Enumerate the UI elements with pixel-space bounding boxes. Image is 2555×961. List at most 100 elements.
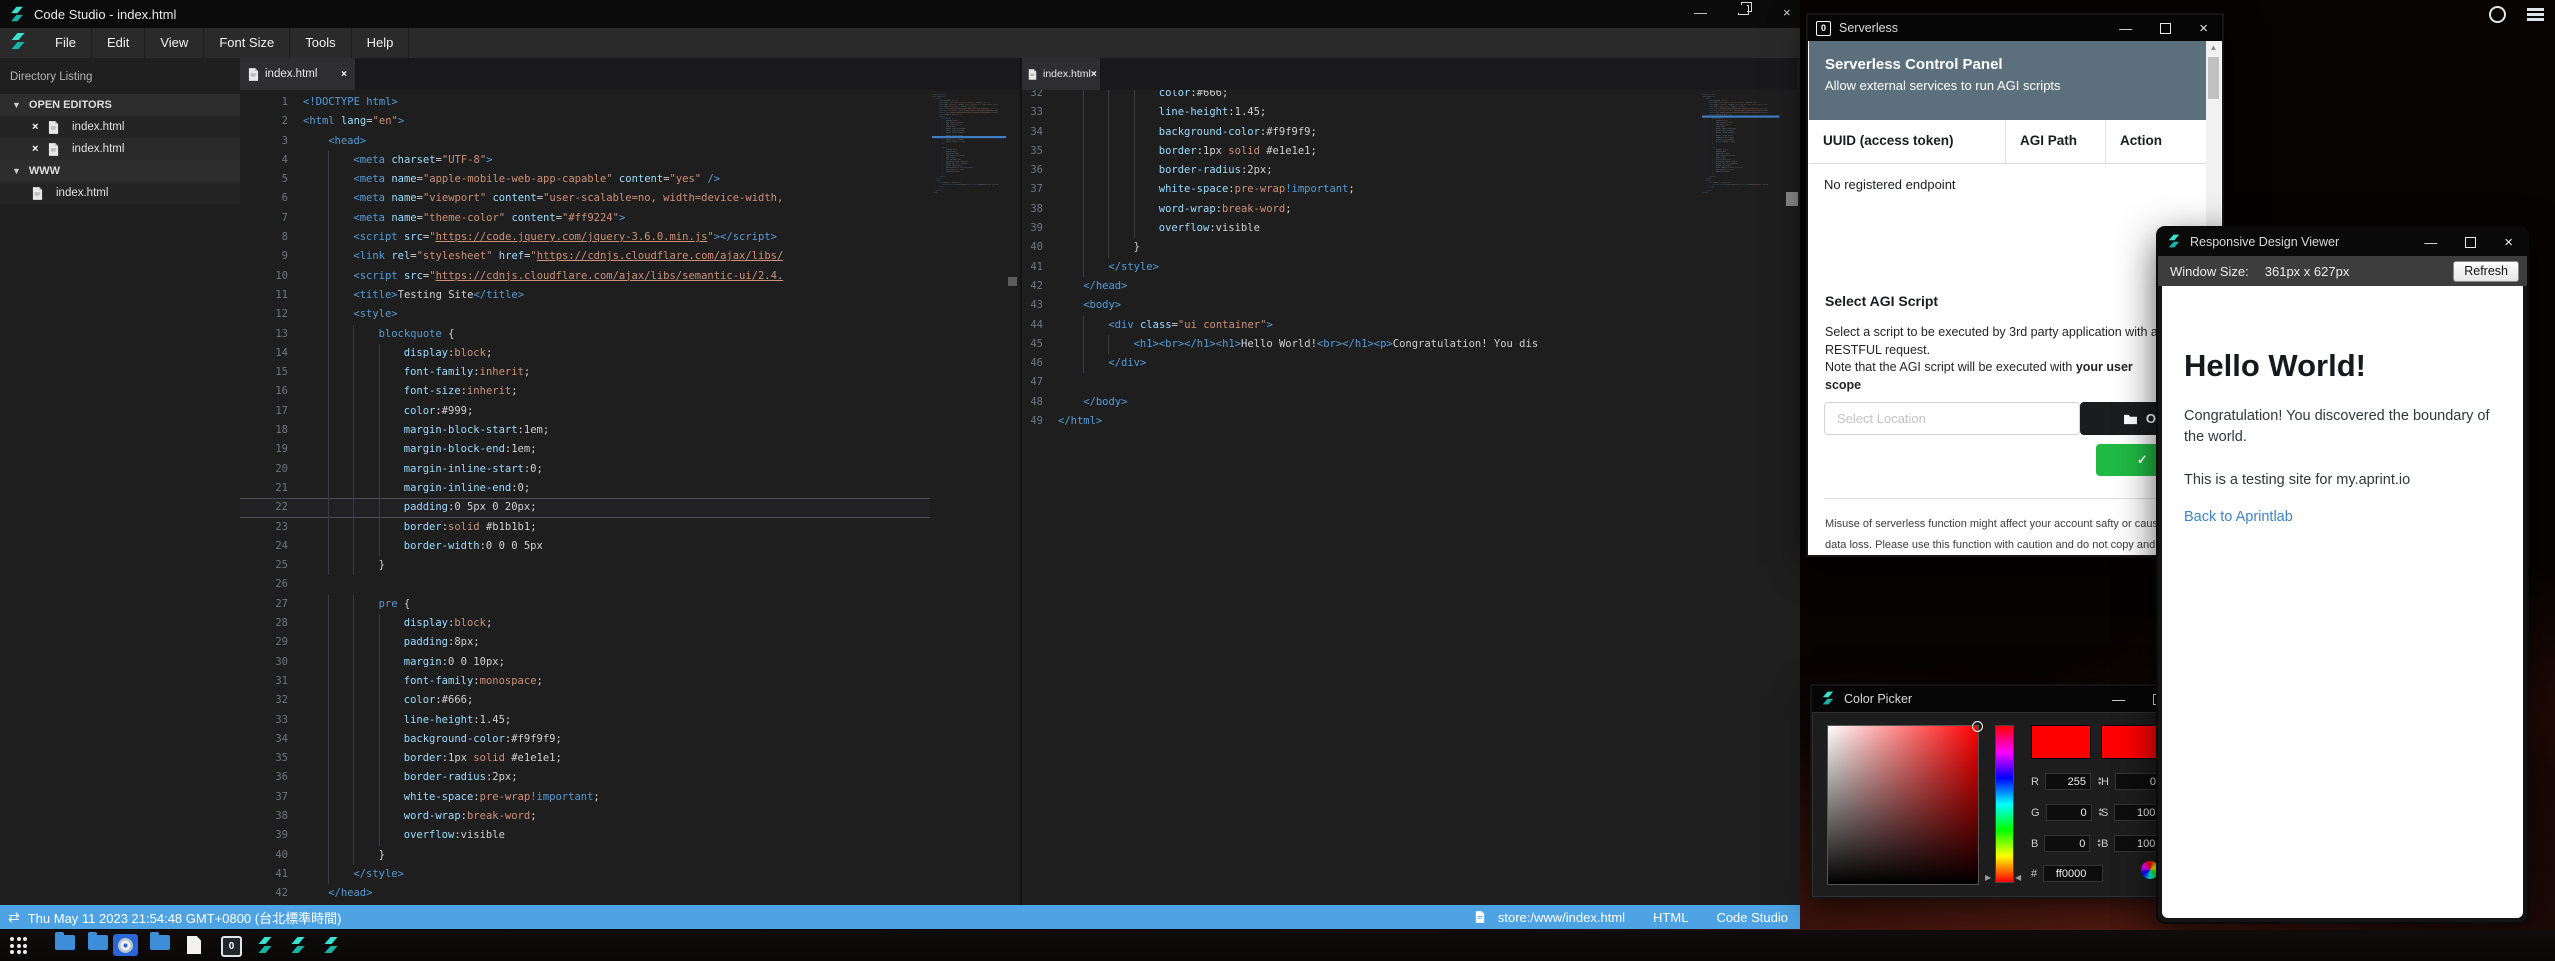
brightness-input[interactable]: 100 bbox=[2114, 835, 2160, 852]
code-line-15[interactable]: 15font-family:inherit; bbox=[240, 363, 930, 382]
code-line-19[interactable]: 19margin-block-end:1em; bbox=[240, 440, 930, 459]
code-line-17[interactable]: 17color:#999; bbox=[240, 402, 930, 421]
close-file-icon[interactable]: × bbox=[32, 143, 48, 155]
code-line-42[interactable]: 42</head> bbox=[240, 884, 930, 903]
code-line-41[interactable]: 41</style> bbox=[240, 865, 930, 884]
hamburger-menu-icon[interactable] bbox=[2527, 8, 2544, 23]
blue-input[interactable]: 0 bbox=[2044, 835, 2090, 852]
code-line-20[interactable]: 20margin-inline-start:0; bbox=[240, 460, 930, 479]
code-line-4[interactable]: 4<meta charset="UTF-8"> bbox=[240, 151, 930, 170]
sv-marker[interactable] bbox=[1972, 721, 1983, 732]
code-line-46[interactable]: 46</div> bbox=[1022, 354, 1700, 373]
minimap-right[interactable]: <!DOCTYPE html><html lang="en"><head><me… bbox=[1700, 90, 1784, 905]
refresh-button[interactable]: Refresh bbox=[2453, 261, 2519, 282]
color-picker-title-bar[interactable]: Color Picker — bbox=[1812, 686, 2178, 712]
code-line-36[interactable]: 36border-radius:2px; bbox=[1022, 161, 1700, 180]
code-line-6[interactable]: 6<meta name="viewport" content="user-sca… bbox=[240, 189, 930, 208]
taskbar-folder-icon-3[interactable] bbox=[150, 935, 170, 950]
minimize-icon[interactable]: — bbox=[2424, 235, 2437, 250]
taskbar-folder-icon-2[interactable] bbox=[88, 935, 108, 950]
hue-input[interactable]: 0 bbox=[2115, 773, 2161, 790]
color-wheel-icon[interactable] bbox=[2141, 861, 2159, 879]
scrollbar-thumb[interactable] bbox=[1008, 277, 1017, 286]
code-line-7[interactable]: 7<meta name="theme-color" content="#ff92… bbox=[240, 209, 930, 228]
scroll-up-icon[interactable]: ▲ bbox=[2206, 41, 2221, 55]
serverless-title-bar[interactable]: 0 Serverless — × bbox=[1808, 15, 2222, 41]
code-line-34[interactable]: 34background-color:#f9f9f9; bbox=[1022, 123, 1700, 142]
restore-icon[interactable] bbox=[1738, 5, 1749, 15]
status-app-name[interactable]: Code Studio bbox=[1716, 910, 1788, 925]
code-line-29[interactable]: 29padding:8px; bbox=[240, 633, 930, 652]
taskbar-serverless-icon[interactable]: 0 bbox=[221, 936, 242, 957]
code-line-34[interactable]: 34background-color:#f9f9f9; bbox=[240, 730, 930, 749]
code-line-3[interactable]: 3<head> bbox=[240, 132, 930, 151]
code-line-16[interactable]: 16font-size:inherit; bbox=[240, 382, 930, 401]
status-file-path[interactable]: store:/www/index.html bbox=[1475, 910, 1625, 925]
code-line-37[interactable]: 37white-space:pre-wrap!important; bbox=[240, 788, 930, 807]
code-line-8[interactable]: 8<script src="https://code.jquery.com/jq… bbox=[240, 228, 930, 247]
minimize-icon[interactable]: — bbox=[2119, 21, 2132, 36]
hue-handle-right-icon[interactable]: ◀ bbox=[2015, 873, 2021, 882]
scrollbar-thumb[interactable] bbox=[1786, 192, 1798, 206]
code-line-11[interactable]: 11<title>Testing Site</title> bbox=[240, 286, 930, 305]
code-line-31[interactable]: 31font-family:monospace; bbox=[240, 672, 930, 691]
menu-help[interactable]: Help bbox=[352, 28, 410, 58]
taskbar-code-studio-icon-1[interactable] bbox=[255, 935, 275, 955]
saturation-value-picker[interactable] bbox=[1827, 725, 1979, 885]
code-line-35[interactable]: 35border:1px solid #e1e1e1; bbox=[240, 749, 930, 768]
code-line-42[interactable]: 42</head> bbox=[1022, 277, 1700, 296]
code-line-22[interactable]: 22padding:0 5px 0 20px; bbox=[240, 498, 930, 517]
hue-handle-left-icon[interactable]: ▶ bbox=[1985, 873, 1991, 882]
status-language[interactable]: HTML bbox=[1653, 910, 1688, 925]
sidebar-item-open-editor-2[interactable]: × index.html bbox=[0, 138, 240, 160]
spinner-icon[interactable] bbox=[2489, 6, 2506, 23]
code-line-28[interactable]: 28display:block; bbox=[240, 614, 930, 633]
minimize-icon[interactable]: — bbox=[1694, 5, 1707, 20]
taskbar-code-studio-icon-3[interactable] bbox=[321, 935, 341, 955]
code-editor-right[interactable]: 32color:#666;33line-height:1.45;34backgr… bbox=[1022, 90, 1700, 905]
scrollbar-thumb[interactable] bbox=[2208, 57, 2219, 99]
code-line-1[interactable]: 1<!DOCTYPE html> bbox=[240, 93, 930, 112]
code-line-33[interactable]: 33line-height:1.45; bbox=[1022, 103, 1700, 122]
taskbar-document-icon[interactable] bbox=[187, 936, 201, 954]
code-line-32[interactable]: 32color:#666; bbox=[240, 691, 930, 710]
code-line-45[interactable]: 45<h1><br></h1><h1>Hello World!<br></h1>… bbox=[1022, 335, 1700, 354]
hex-input[interactable]: ff0000 bbox=[2043, 865, 2103, 882]
code-line-44[interactable]: 44<div class="ui container"> bbox=[1022, 316, 1700, 335]
menu-file[interactable]: File bbox=[40, 28, 92, 58]
viewer-title-bar[interactable]: Responsive Design Viewer — × bbox=[2158, 228, 2527, 256]
close-file-icon[interactable]: × bbox=[32, 121, 48, 133]
menu-tools[interactable]: Tools bbox=[290, 28, 351, 58]
close-icon[interactable]: × bbox=[2199, 20, 2208, 37]
taskbar-folder-icon-1[interactable] bbox=[55, 935, 75, 950]
code-line-2[interactable]: 2<html lang="en"> bbox=[240, 112, 930, 131]
code-editor-left[interactable]: 1<!DOCTYPE html>2<html lang="en">3<head>… bbox=[240, 90, 930, 905]
code-line-9[interactable]: 9<link rel="stylesheet" href="https://cd… bbox=[240, 247, 930, 266]
code-line-39[interactable]: 39overflow:visible bbox=[240, 826, 930, 845]
code-line-30[interactable]: 30margin:0 0 10px; bbox=[240, 653, 930, 672]
code-line-5[interactable]: 5<meta name="apple-mobile-web-app-capabl… bbox=[240, 170, 930, 189]
maximize-icon[interactable] bbox=[2465, 237, 2476, 248]
close-icon[interactable]: × bbox=[2504, 234, 2513, 251]
menu-font-size[interactable]: Font Size bbox=[204, 28, 290, 58]
code-line-10[interactable]: 10<script src="https://cdnjs.cloudflare.… bbox=[240, 267, 930, 286]
code-line-18[interactable]: 18margin-block-start:1em; bbox=[240, 421, 930, 440]
close-tab-icon[interactable]: × bbox=[341, 69, 347, 80]
sidebar-section-open-editors[interactable]: ▼ OPEN EDITORS bbox=[0, 94, 240, 116]
minimize-icon[interactable]: — bbox=[2112, 692, 2125, 707]
code-line-49[interactable]: </html> bbox=[1702, 191, 1779, 193]
menu-edit[interactable]: Edit bbox=[92, 28, 145, 58]
code-line-40[interactable]: 40} bbox=[240, 846, 930, 865]
sidebar-item-open-editor-1[interactable]: × index.html bbox=[0, 116, 240, 138]
code-line-27[interactable]: 27pre { bbox=[240, 595, 930, 614]
title-bar[interactable]: Code Studio - index.html — × bbox=[0, 0, 1800, 28]
code-line-43[interactable]: 43<body> bbox=[1022, 296, 1700, 315]
code-line-25[interactable]: 25} bbox=[240, 556, 930, 575]
close-tab-icon[interactable]: × bbox=[1091, 69, 1097, 80]
green-input[interactable]: 0 bbox=[2046, 804, 2092, 821]
sidebar-item-www-index[interactable]: index.html bbox=[0, 182, 240, 204]
code-line-40[interactable]: 40} bbox=[1022, 238, 1700, 257]
maximize-icon[interactable] bbox=[2160, 23, 2171, 34]
red-input[interactable]: 255 bbox=[2045, 773, 2091, 790]
code-line-37[interactable]: 37white-space:pre-wrap!important; bbox=[1022, 180, 1700, 199]
